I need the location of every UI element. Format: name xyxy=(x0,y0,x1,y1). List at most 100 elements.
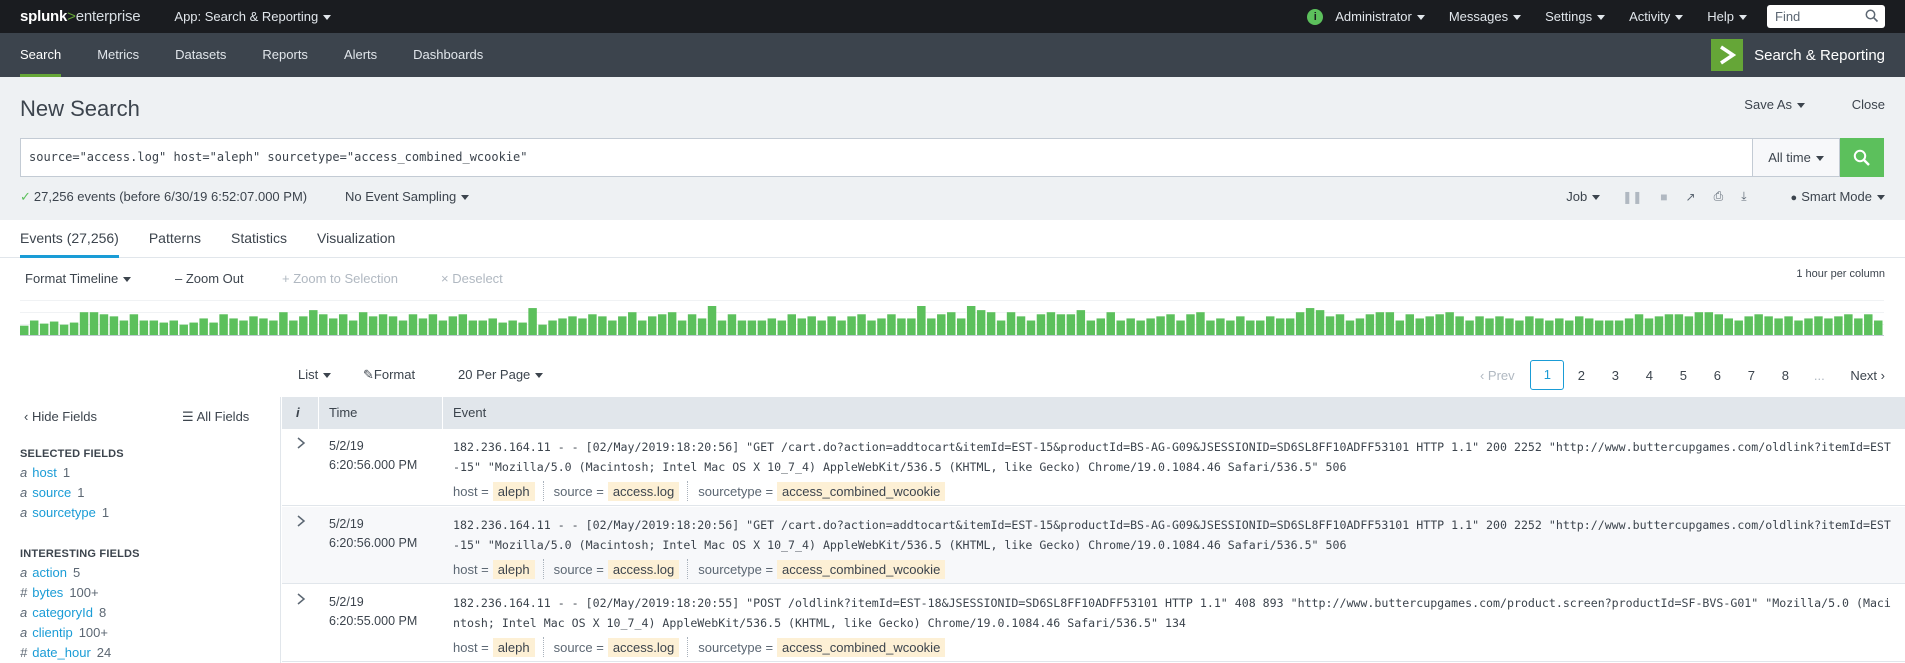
timeline-bar[interactable] xyxy=(319,314,328,335)
timeline-bar[interactable] xyxy=(1724,318,1733,335)
timeline-bar[interactable] xyxy=(827,316,836,335)
field-item[interactable]: # bytes 100+ xyxy=(20,585,99,603)
timeline-bar[interactable] xyxy=(259,318,268,335)
deselect-button[interactable]: × Deselect xyxy=(441,271,503,286)
stop-icon[interactable]: ■ xyxy=(1660,190,1667,204)
share-icon[interactable]: ↗ xyxy=(1686,190,1696,204)
tab-patterns[interactable]: Patterns xyxy=(134,220,216,257)
timeline-bar[interactable] xyxy=(219,314,228,335)
messages-menu[interactable]: Messages xyxy=(1449,9,1522,24)
timeline-bar[interactable] xyxy=(468,320,478,336)
timeline-bar[interactable] xyxy=(1395,320,1405,336)
timeline-bar[interactable] xyxy=(1285,318,1295,335)
page-7[interactable]: 7 xyxy=(1734,368,1768,383)
field-item[interactable]: a clientip 100+ xyxy=(20,625,108,643)
timeline-bar[interactable] xyxy=(199,318,208,335)
timeline-bar[interactable] xyxy=(1325,316,1335,335)
timeline-bar[interactable] xyxy=(877,318,886,335)
event-time[interactable]: 5/2/19 6:20:56.000 PM xyxy=(329,515,417,553)
print-icon[interactable]: ⎙ xyxy=(1714,189,1724,204)
tab-statistics[interactable]: Statistics xyxy=(216,220,302,257)
timeline-bar[interactable] xyxy=(947,312,956,335)
timeline-bar[interactable] xyxy=(159,322,169,335)
event-raw-text[interactable]: 182.236.164.11 - - [02/May/2019:18:20:55… xyxy=(453,593,1893,633)
timeline-bar[interactable] xyxy=(1804,318,1813,335)
timeline-bar[interactable] xyxy=(1016,316,1026,335)
list-view-menu[interactable]: List xyxy=(298,367,332,382)
timeline-bar[interactable] xyxy=(897,318,906,335)
event-raw-text[interactable]: 182.236.164.11 - - [02/May/2019:18:20:56… xyxy=(453,437,1893,477)
timeline-bar[interactable] xyxy=(149,320,159,336)
timeline-bar[interactable] xyxy=(1624,318,1634,335)
timeline-bar[interactable] xyxy=(847,316,856,335)
page-1[interactable]: 1 xyxy=(1530,360,1565,390)
timeline-bar[interactable] xyxy=(1166,314,1175,335)
timeline-bar[interactable] xyxy=(1176,320,1185,336)
hide-fields-button[interactable]: ‹ Hide Fields xyxy=(24,409,97,424)
timeline-bar[interactable] xyxy=(1076,310,1086,335)
timeline-bar[interactable] xyxy=(109,316,119,335)
timeline-bar[interactable] xyxy=(976,310,986,335)
save-as-button[interactable]: Save As xyxy=(1744,97,1805,112)
timeline-bar[interactable] xyxy=(289,320,298,336)
event-time[interactable]: 5/2/19 6:20:55.000 PM xyxy=(329,593,417,631)
timeline-bar[interactable] xyxy=(508,320,517,336)
timeline-bar[interactable] xyxy=(1854,318,1863,335)
timeline-bar[interactable] xyxy=(1295,312,1305,335)
activity-menu[interactable]: Activity xyxy=(1629,9,1684,24)
timeline-bar[interactable] xyxy=(1515,320,1524,336)
timeline-bar[interactable] xyxy=(1156,316,1165,335)
timeline-bar[interactable] xyxy=(1036,314,1046,335)
timeline-bar[interactable] xyxy=(1335,314,1345,335)
timeline-bar[interactable] xyxy=(956,318,966,335)
timeline-bar[interactable] xyxy=(189,322,198,335)
timeline-bar[interactable] xyxy=(1734,320,1743,336)
nav-metrics[interactable]: Metrics xyxy=(79,33,157,77)
timeline-bar[interactable] xyxy=(49,321,59,335)
timeline-bar[interactable] xyxy=(1206,320,1215,336)
timeline-bar[interactable] xyxy=(1415,318,1424,335)
administrator-menu[interactable]: Administrator xyxy=(1335,9,1425,24)
timeline-bar[interactable] xyxy=(488,318,497,335)
timeline-bar[interactable] xyxy=(1874,320,1883,336)
find-input[interactable]: Find xyxy=(1767,5,1885,28)
format-timeline-menu[interactable]: Format Timeline xyxy=(25,271,132,286)
timeline-bar[interactable] xyxy=(1485,318,1494,335)
timeline-bar[interactable] xyxy=(528,308,537,335)
event-raw-text[interactable]: 182.236.164.11 - - [02/May/2019:18:20:56… xyxy=(453,515,1893,555)
timeline-bar[interactable] xyxy=(568,316,577,335)
timeline-bar[interactable] xyxy=(239,320,248,336)
timeline-bar[interactable] xyxy=(1455,316,1464,335)
timeline-bar[interactable] xyxy=(857,314,866,335)
timeline-bar[interactable] xyxy=(657,314,667,335)
timeline-bar[interactable] xyxy=(139,320,149,336)
timeline-bar[interactable] xyxy=(368,316,378,335)
source-value[interactable]: access.log xyxy=(607,481,680,501)
timeline-bar[interactable] xyxy=(1026,320,1036,336)
timeline-bar[interactable] xyxy=(418,318,428,335)
timeline-bar[interactable] xyxy=(1236,316,1245,335)
timeline-bar[interactable] xyxy=(1315,310,1325,335)
close-button[interactable]: Close xyxy=(1852,97,1885,112)
timeline-bar[interactable] xyxy=(119,320,129,336)
prev-page-button[interactable]: ‹ Prev xyxy=(1464,368,1530,383)
zoom-to-selection-button[interactable]: + Zoom to Selection xyxy=(282,271,398,286)
timeline-bar[interactable] xyxy=(1066,314,1076,335)
nav-alerts[interactable]: Alerts xyxy=(326,33,395,77)
timeline-bar[interactable] xyxy=(687,314,697,335)
timeline-bar[interactable] xyxy=(20,325,29,335)
timeline-bar[interactable] xyxy=(538,324,547,335)
timeline-bar[interactable] xyxy=(887,314,896,335)
event-timeline[interactable] xyxy=(20,300,1884,336)
timeline-bar[interactable] xyxy=(1246,320,1255,336)
timeline-bar[interactable] xyxy=(1754,314,1763,335)
timeline-bar[interactable] xyxy=(1584,318,1594,335)
timeline-bar[interactable] xyxy=(797,318,806,335)
timeline-bar[interactable] xyxy=(677,320,687,336)
timeline-bar[interactable] xyxy=(986,312,996,335)
timeline-bar[interactable] xyxy=(747,320,757,336)
timeline-bar[interactable] xyxy=(329,318,338,335)
timeline-bar[interactable] xyxy=(29,320,39,336)
timeline-bar[interactable] xyxy=(1574,316,1584,335)
timeline-bar[interactable] xyxy=(1604,320,1614,336)
